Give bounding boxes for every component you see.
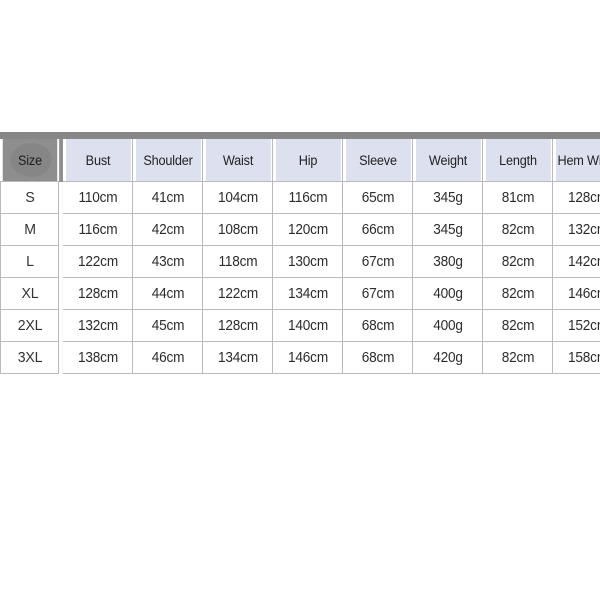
cell-bust: 128cm bbox=[64, 277, 131, 310]
cell-length: 81cm bbox=[484, 181, 551, 214]
cell-bust: 138cm bbox=[64, 341, 131, 374]
column-header-size-label: Size bbox=[17, 152, 42, 168]
cell-waist: 118cm bbox=[204, 245, 271, 278]
table-row: M 116cm 42cm 108cm 120cm 66cm 345g 82cm … bbox=[1, 213, 600, 246]
table-row: 3XL 138cm 46cm 134cm 146cm 68cm 420g 82c… bbox=[1, 341, 600, 374]
cell-hip: 120cm bbox=[274, 213, 341, 246]
cell-length: 82cm bbox=[484, 277, 551, 310]
size-chart-table: Size Bust Shoulder Waist Hip Sleeve Weig… bbox=[0, 139, 600, 374]
cell-size: L bbox=[1, 245, 57, 278]
page-canvas: Size Bust Shoulder Waist Hip Sleeve Weig… bbox=[0, 0, 600, 600]
cell-weight: 345g bbox=[414, 213, 481, 246]
cell-weight: 400g bbox=[414, 309, 481, 342]
cell-shoulder: 41cm bbox=[134, 181, 201, 214]
column-header-waist: Waist bbox=[204, 139, 271, 182]
cell-length: 82cm bbox=[484, 341, 551, 374]
table-row: L 122cm 43cm 118cm 130cm 67cm 380g 82cm … bbox=[1, 245, 600, 278]
row-column-separator bbox=[58, 181, 63, 214]
cell-sleeve: 68cm bbox=[344, 341, 411, 374]
column-header-size: Size bbox=[2, 139, 57, 182]
table-row: XL 128cm 44cm 122cm 134cm 67cm 400g 82cm… bbox=[1, 277, 600, 310]
cell-size: M bbox=[1, 213, 57, 246]
cell-waist: 134cm bbox=[204, 341, 271, 374]
cell-size: 3XL bbox=[1, 341, 57, 374]
cell-hip: 116cm bbox=[274, 181, 341, 214]
column-header-bust: Bust bbox=[64, 139, 131, 182]
cell-shoulder: 44cm bbox=[134, 277, 201, 310]
size-chart-container: Size Bust Shoulder Waist Hip Sleeve Weig… bbox=[0, 132, 600, 374]
cell-hem-width: 142cm bbox=[554, 245, 600, 278]
column-header-hip: Hip bbox=[274, 139, 341, 182]
cell-hem-width: 132cm bbox=[554, 213, 600, 246]
row-column-separator bbox=[58, 213, 63, 246]
cell-hem-width: 158cm bbox=[554, 341, 600, 374]
header-column-separator bbox=[58, 139, 63, 182]
cell-sleeve: 65cm bbox=[344, 181, 411, 214]
cell-weight: 380g bbox=[414, 245, 481, 278]
cell-sleeve: 68cm bbox=[344, 309, 411, 342]
table-row: S 110cm 41cm 104cm 116cm 65cm 345g 81cm … bbox=[1, 181, 600, 214]
cell-bust: 110cm bbox=[64, 181, 131, 214]
cell-bust: 132cm bbox=[64, 309, 131, 342]
row-column-separator bbox=[58, 277, 63, 310]
column-header-weight: Weight bbox=[414, 139, 481, 182]
cell-waist: 128cm bbox=[204, 309, 271, 342]
cell-size: S bbox=[1, 181, 57, 214]
cell-length: 82cm bbox=[484, 213, 551, 246]
row-column-separator bbox=[58, 245, 63, 278]
cell-size: 2XL bbox=[1, 309, 57, 342]
table-header-row: Size Bust Shoulder Waist Hip Sleeve Weig… bbox=[1, 139, 600, 182]
cell-shoulder: 46cm bbox=[134, 341, 201, 374]
cell-sleeve: 67cm bbox=[344, 277, 411, 310]
cell-shoulder: 43cm bbox=[134, 245, 201, 278]
table-top-band bbox=[0, 132, 600, 139]
cell-hip: 134cm bbox=[274, 277, 341, 310]
cell-bust: 116cm bbox=[64, 213, 131, 246]
column-header-sleeve: Sleeve bbox=[344, 139, 411, 182]
cell-hip: 146cm bbox=[274, 341, 341, 374]
cell-hip: 140cm bbox=[274, 309, 341, 342]
cell-bust: 122cm bbox=[64, 245, 131, 278]
cell-weight: 400g bbox=[414, 277, 481, 310]
cell-length: 82cm bbox=[484, 309, 551, 342]
row-column-separator bbox=[58, 309, 63, 342]
cell-weight: 345g bbox=[414, 181, 481, 214]
cell-shoulder: 45cm bbox=[134, 309, 201, 342]
row-column-separator bbox=[58, 341, 63, 374]
cell-size: XL bbox=[1, 277, 57, 310]
column-header-shoulder: Shoulder bbox=[134, 139, 201, 182]
cell-hem-width: 128cm bbox=[554, 181, 600, 214]
table-body: S 110cm 41cm 104cm 116cm 65cm 345g 81cm … bbox=[1, 181, 600, 374]
cell-length: 82cm bbox=[484, 245, 551, 278]
cell-sleeve: 66cm bbox=[344, 213, 411, 246]
cell-weight: 420g bbox=[414, 341, 481, 374]
cell-waist: 108cm bbox=[204, 213, 271, 246]
cell-shoulder: 42cm bbox=[134, 213, 201, 246]
column-header-length: Length bbox=[484, 139, 551, 182]
cell-hem-width: 152cm bbox=[554, 309, 600, 342]
cell-sleeve: 67cm bbox=[344, 245, 411, 278]
cell-hip: 130cm bbox=[274, 245, 341, 278]
cell-hem-width: 146cm bbox=[554, 277, 600, 310]
cell-waist: 122cm bbox=[204, 277, 271, 310]
column-header-hem-width: Hem Width bbox=[554, 139, 600, 182]
table-header-row-group: Size Bust Shoulder Waist Hip Sleeve Weig… bbox=[1, 139, 600, 182]
cell-waist: 104cm bbox=[204, 181, 271, 214]
table-row: 2XL 132cm 45cm 128cm 140cm 68cm 400g 82c… bbox=[1, 309, 600, 342]
